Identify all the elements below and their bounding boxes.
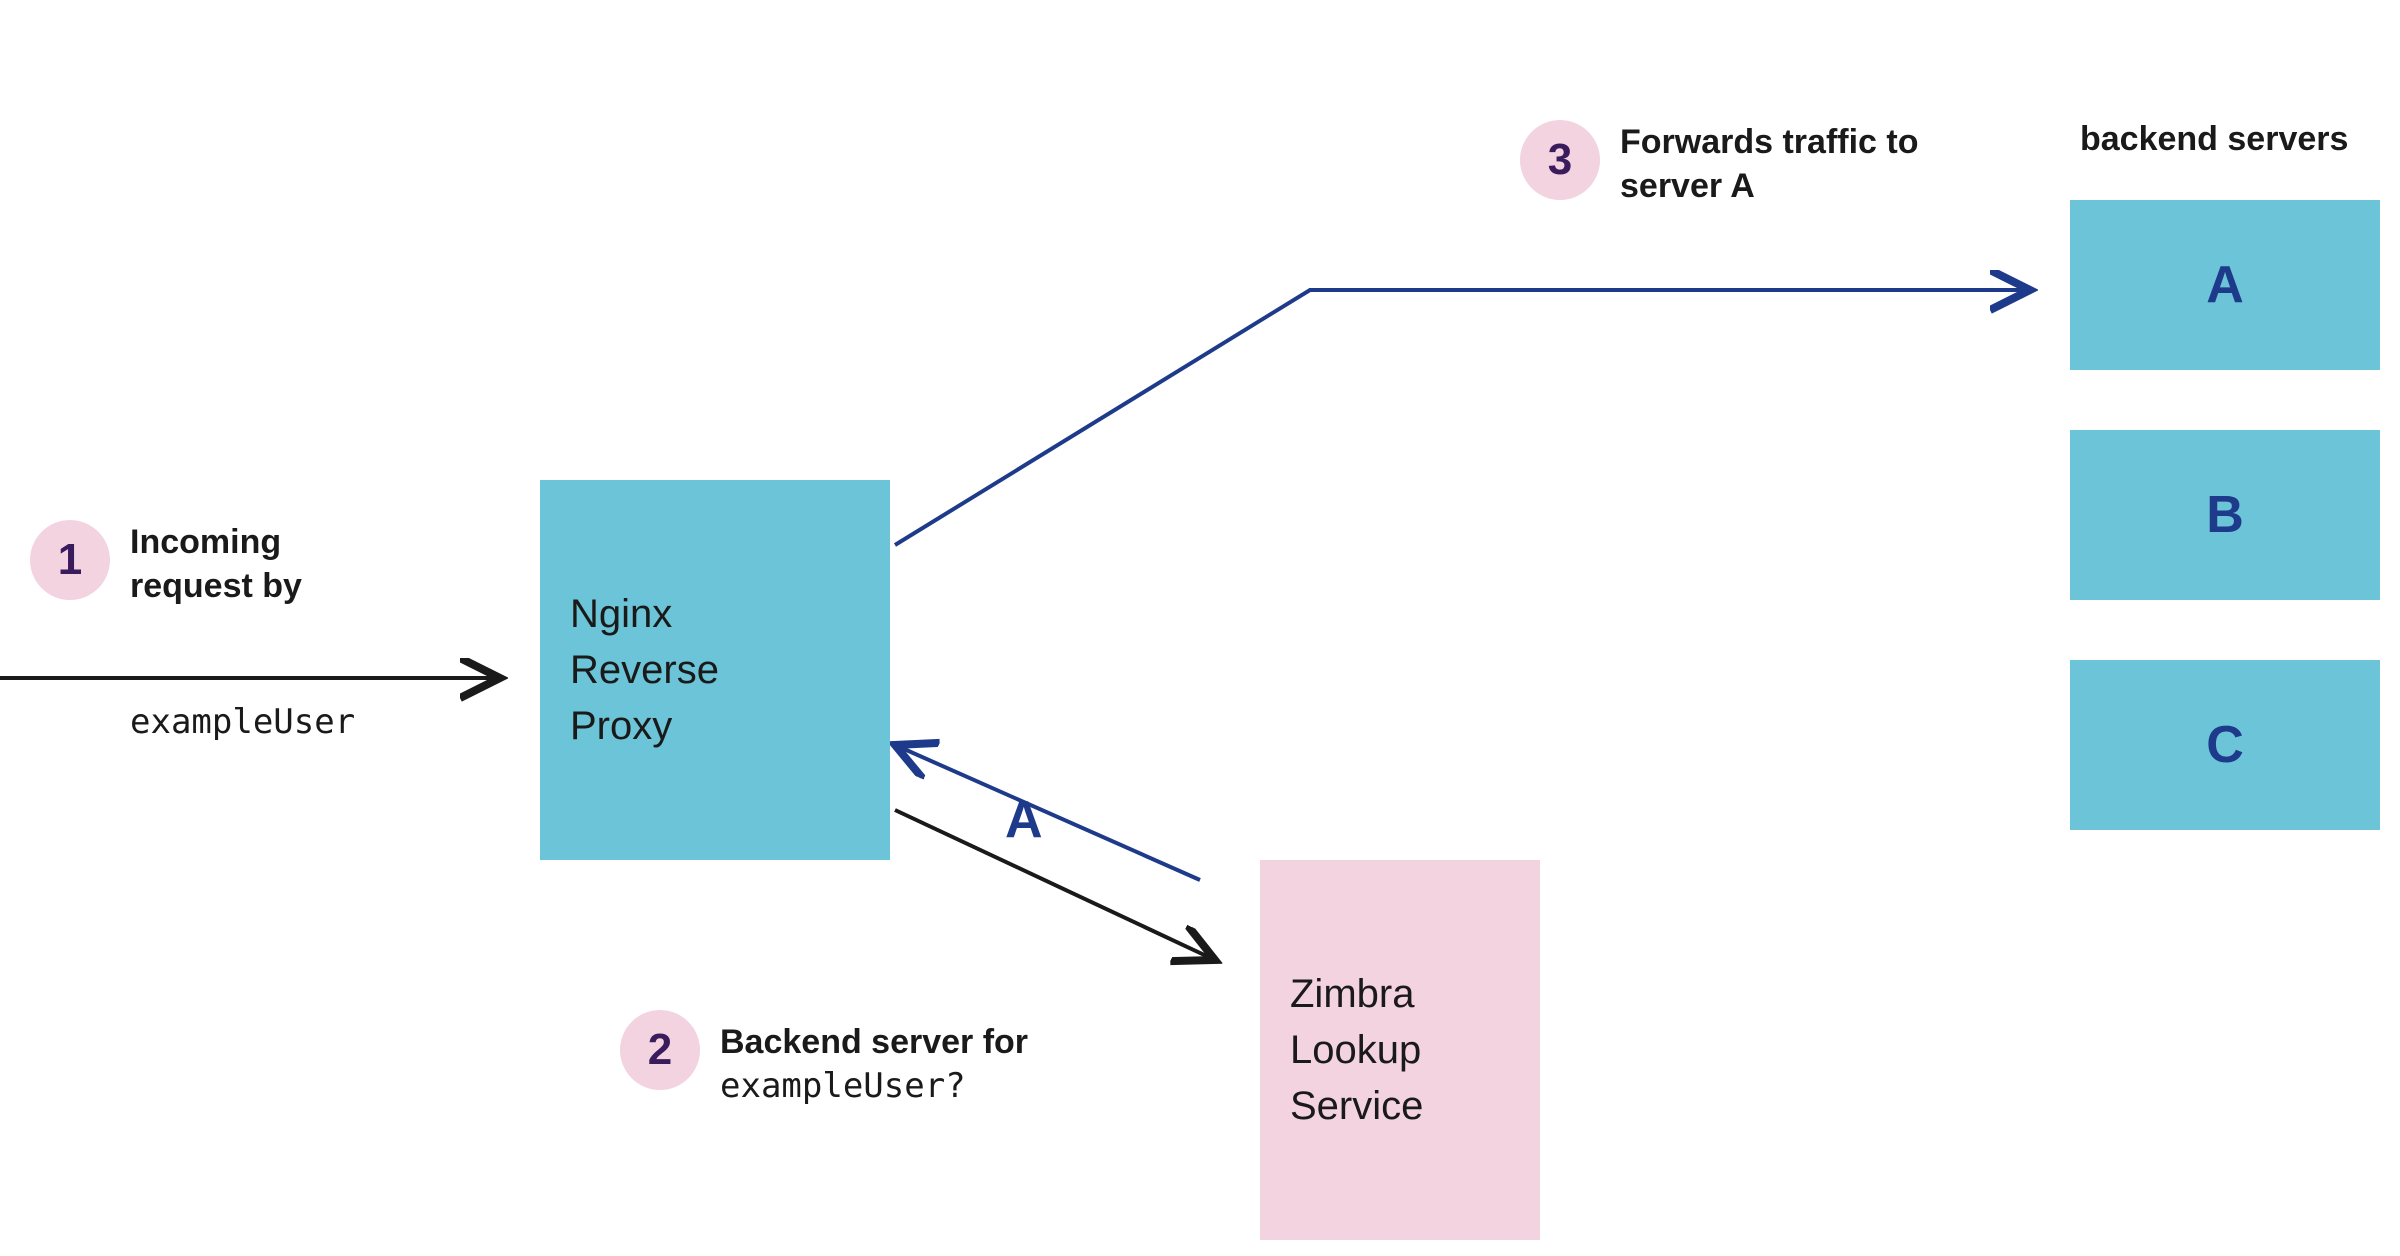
backend-title: backend servers [2080, 120, 2348, 159]
reply-label: A [1005, 790, 1043, 850]
arrow-to-lookup [895, 810, 1215, 960]
step-3-line1: Forwards traffic to [1620, 123, 1918, 161]
step-1-line1: Incoming [130, 523, 281, 561]
backend-server-c: C [2070, 660, 2380, 830]
step-3-number: 3 [1548, 135, 1572, 185]
step-3-line2: server A [1620, 167, 1755, 205]
step-2-label: Backend server for exampleUser? [720, 1020, 1028, 1108]
arrow-to-backend [895, 290, 2030, 545]
backend-server-a: A [2070, 200, 2380, 370]
step-3-label: Forwards traffic to server A [1620, 120, 1918, 208]
step-2-user: exampleUser? [720, 1066, 966, 1106]
arrow-from-lookup [895, 745, 1200, 880]
nginx-proxy-box: Nginx Reverse Proxy [540, 480, 890, 860]
zimbra-lookup-label: Zimbra Lookup Service [1260, 966, 1423, 1134]
step-3-badge: 3 [1520, 120, 1600, 200]
step-2-number: 2 [648, 1025, 672, 1075]
zimbra-lookup-box: Zimbra Lookup Service [1260, 860, 1540, 1240]
step-2-badge: 2 [620, 1010, 700, 1090]
diagram-canvas: 1 Incoming request by exampleUser Nginx … [0, 0, 2400, 1256]
backend-server-b: B [2070, 430, 2380, 600]
backend-server-a-label: A [2206, 255, 2244, 315]
step-2-text: Backend server for [720, 1023, 1028, 1061]
arrows-layer [0, 0, 2400, 1256]
step-1-badge: 1 [30, 520, 110, 600]
nginx-proxy-label: Nginx Reverse Proxy [540, 586, 719, 754]
step-1-user: exampleUser [130, 700, 355, 744]
step-1-line2: request by [130, 567, 302, 605]
step-1-number: 1 [58, 535, 82, 585]
backend-server-c-label: C [2206, 715, 2244, 775]
backend-server-b-label: B [2206, 485, 2244, 545]
step-1-label: Incoming request by [130, 520, 302, 608]
